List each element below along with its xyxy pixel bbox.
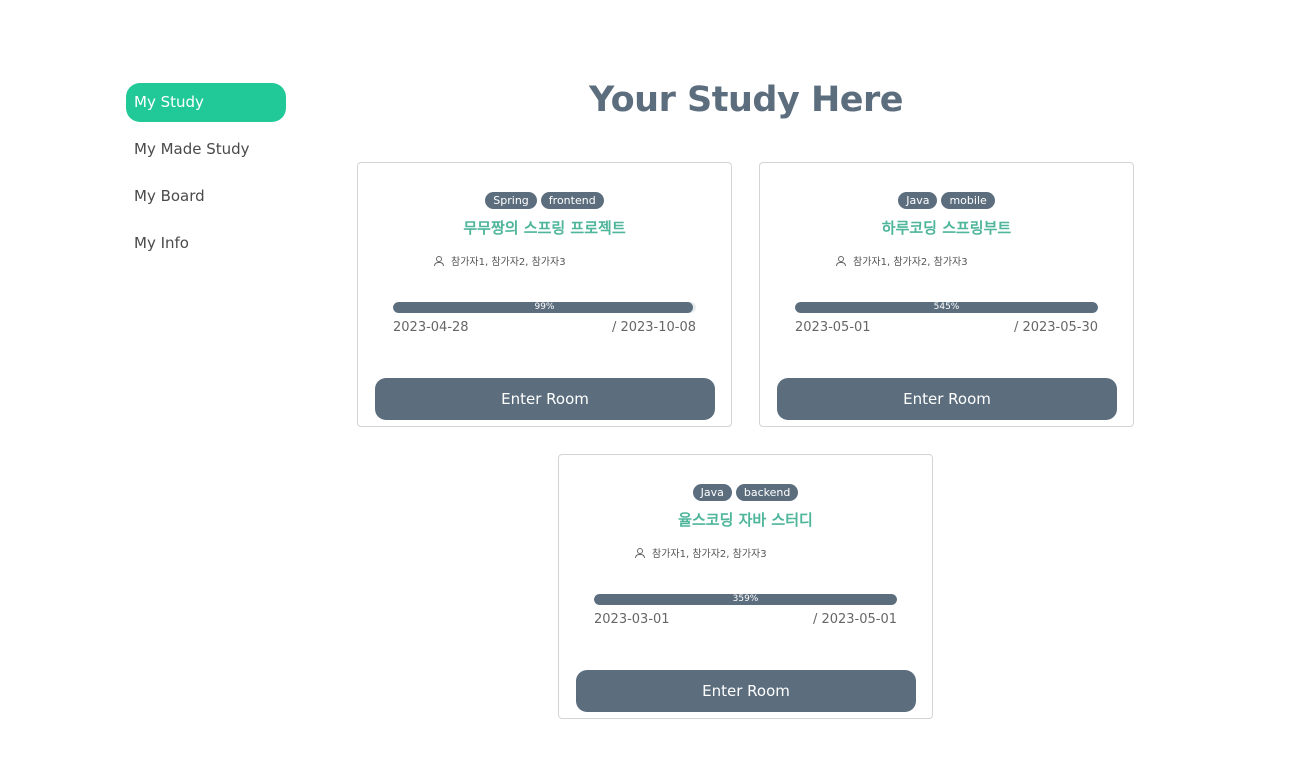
user-icon	[635, 548, 645, 558]
tag-badge: mobile	[941, 192, 995, 209]
tag-badge: Java	[692, 484, 732, 501]
end-date: / 2023-05-30	[1013, 320, 1098, 335]
progress-bar: 99%	[393, 302, 696, 313]
enter-room-button[interactable]: Enter Room	[375, 378, 715, 420]
page-title: Your Study Here	[589, 80, 903, 120]
member-names: 참가자1, 참가자2, 참가자3	[853, 257, 968, 268]
end-date: / 2023-05-01	[812, 612, 897, 627]
progress-label: 359%	[732, 594, 759, 604]
progress-bar: 545%	[795, 302, 1098, 313]
start-date: 2023-04-28	[393, 320, 469, 335]
sidebar-item-my-made-study[interactable]: My Made Study	[126, 130, 286, 169]
progress-label: 545%	[933, 302, 960, 312]
start-date: 2023-03-01	[594, 612, 670, 627]
tag-badge: Spring	[485, 192, 537, 209]
member-list: 참가자1, 참가자2, 참가자3	[434, 253, 566, 268]
study-card: Java mobile 하루코딩 스프링부트 참가자1, 참가자2, 참가자3 …	[759, 162, 1134, 427]
enter-room-button[interactable]: Enter Room	[777, 378, 1117, 420]
enter-room-button[interactable]: Enter Room	[576, 670, 916, 712]
study-title: 율스코딩 자바 스터디	[678, 511, 813, 529]
tag-list: Spring frontend	[358, 192, 731, 209]
end-date: / 2023-10-08	[611, 320, 696, 335]
study-card: Spring frontend 무무짱의 스프링 프로젝트 참가자1, 참가자2…	[357, 162, 732, 427]
study-title: 무무짱의 스프링 프로젝트	[463, 219, 626, 237]
study-title: 하루코딩 스프링부트	[881, 219, 1012, 237]
progress-bar: 359%	[594, 594, 897, 605]
sidebar-item-my-info[interactable]: My Info	[126, 224, 286, 263]
start-date: 2023-05-01	[795, 320, 871, 335]
tag-badge: Java	[898, 192, 938, 209]
member-names: 참가자1, 참가자2, 참가자3	[652, 549, 767, 560]
member-list: 참가자1, 참가자2, 참가자3	[836, 253, 968, 268]
user-icon	[836, 256, 846, 266]
user-icon	[434, 256, 444, 266]
study-card: Java backend 율스코딩 자바 스터디 참가자1, 참가자2, 참가자…	[558, 454, 933, 719]
progress-label: 99%	[534, 302, 555, 312]
member-list: 참가자1, 참가자2, 참가자3	[635, 545, 767, 560]
tag-badge: backend	[735, 484, 799, 501]
tag-list: Java mobile	[760, 192, 1133, 209]
tag-list: Java backend	[559, 484, 932, 501]
sidebar-item-my-board[interactable]: My Board	[126, 177, 286, 216]
tag-badge: frontend	[540, 192, 604, 209]
member-names: 참가자1, 참가자2, 참가자3	[451, 257, 566, 268]
